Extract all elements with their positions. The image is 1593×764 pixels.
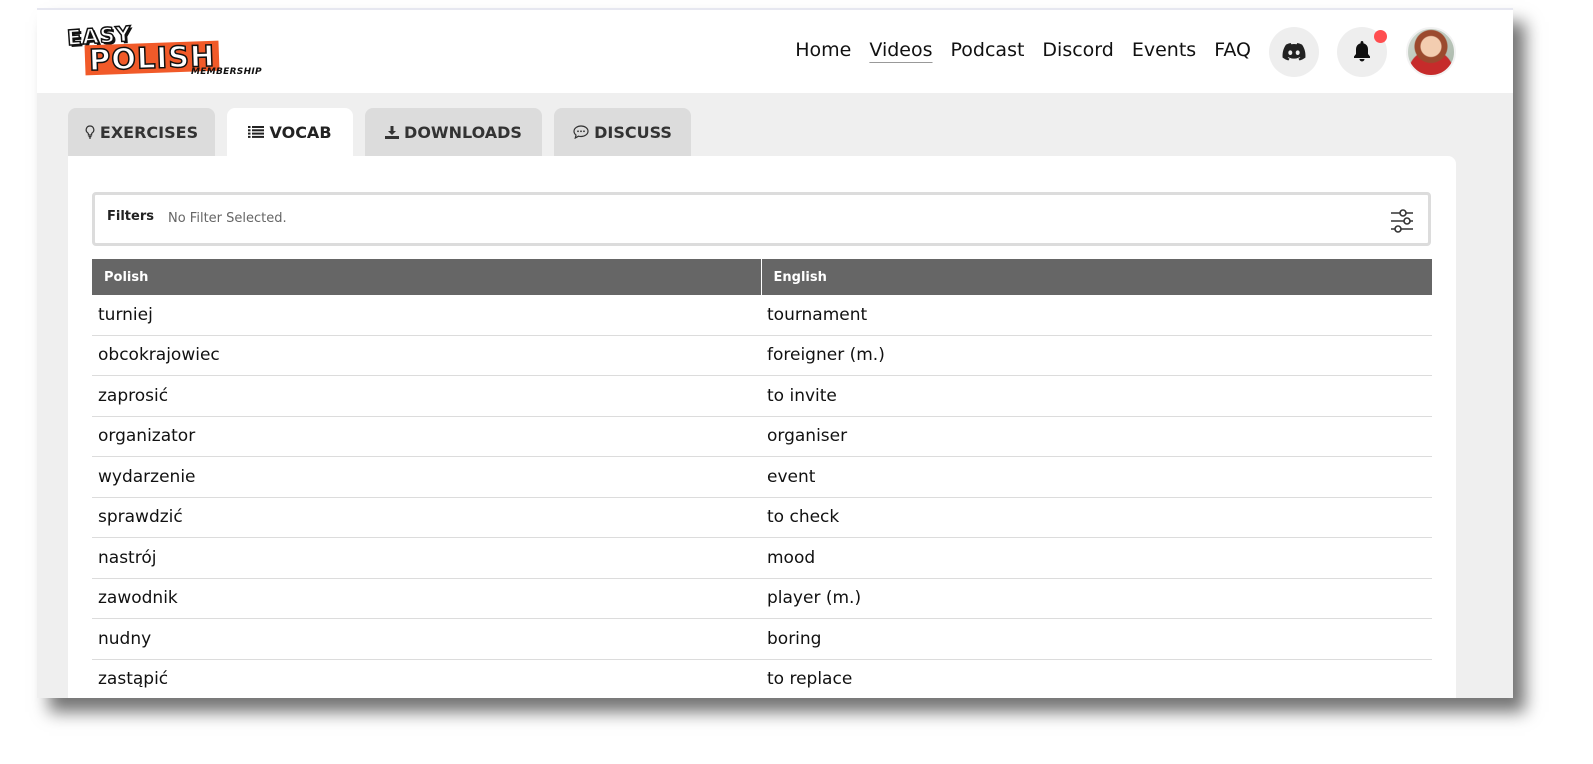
cell-polish: wydarzenie [92,456,761,498]
cell-english: mood [761,537,1432,579]
cell-english: foreigner (m.) [761,335,1432,376]
cell-english: event [761,456,1432,498]
vocab-panel: Filters No Filter Selected. Polish Engli… [68,156,1456,698]
cell-english: tournament [761,295,1432,336]
download-icon [385,125,400,139]
table-row: turniej tournament [92,295,1432,336]
logo-membership-text: MEMBERSHIP [191,67,262,77]
table-row: zaprosić to invite [92,375,1432,417]
cell-polish: organizator [92,416,761,457]
cell-polish: zaprosić [92,375,761,417]
filters-bar[interactable]: Filters No Filter Selected. [92,192,1431,246]
table-row: zawodnik player (m.) [92,578,1432,619]
cell-english: boring [761,618,1432,660]
cell-polish: turniej [92,295,761,336]
tab-downloads-label: DOWNLOADS [404,122,522,142]
tab-vocab-label: VOCAB [269,122,332,142]
table-row: obcokrajowiec foreigner (m.) [92,335,1432,376]
cell-english: to invite [761,375,1432,417]
tab-discuss-label: DISCUSS [594,122,672,142]
avatar[interactable] [1406,27,1456,77]
tab-exercises[interactable]: EXERCISES [68,108,215,156]
sliders-icon[interactable] [1388,207,1416,235]
cell-polish: sprawdzić [92,497,761,538]
lightbulb-icon [85,125,95,139]
cell-english: to replace [761,659,1432,698]
logo[interactable]: EASY POLISH MEMBERSHIP [65,21,277,84]
cell-polish: nastrój [92,537,761,579]
cell-english: organiser [761,416,1432,457]
cell-polish: nudny [92,618,761,660]
filters-value: No Filter Selected. [168,211,287,226]
cell-english: to check [761,497,1432,538]
nav-links: Home Videos Podcast Discord Events FAQ [795,39,1251,61]
bell-icon [1354,41,1370,62]
column-header-english[interactable]: English [761,259,1432,295]
table-row: nastrój mood [92,537,1432,579]
chat-icon [573,125,589,139]
tab-downloads[interactable]: DOWNLOADS [365,108,542,156]
cell-polish: zastąpić [92,659,761,698]
browser-window: EASY POLISH MEMBERSHIP Home Videos Podca… [37,8,1513,698]
navbar: EASY POLISH MEMBERSHIP Home Videos Podca… [37,10,1513,93]
nav-link-podcast[interactable]: Podcast [951,39,1025,61]
nav-link-events[interactable]: Events [1132,39,1196,61]
list-icon [248,126,265,138]
table-row: organizator organiser [92,416,1432,457]
tab-exercises-label: EXERCISES [99,122,199,142]
table-row: wydarzenie event [92,456,1432,498]
column-header-polish[interactable]: Polish [92,259,762,295]
discord-button[interactable] [1269,27,1319,77]
filters-label: Filters [107,209,154,224]
table-header-row: Polish English [92,259,1432,295]
tab-vocab[interactable]: VOCAB [227,108,353,156]
notification-dot [1374,30,1387,43]
nav-link-home[interactable]: Home [795,39,851,61]
cell-polish: obcokrajowiec [92,335,761,376]
cell-polish: zawodnik [92,578,761,619]
nav-link-faq[interactable]: FAQ [1214,39,1251,61]
table-row: zastąpić to replace [92,659,1432,698]
discord-icon [1282,43,1306,61]
cell-english: player (m.) [761,578,1432,619]
nav-link-discord[interactable]: Discord [1042,39,1113,61]
table-row: nudny boring [92,618,1432,660]
vocab-table: Polish English turniej tournament obcokr… [92,259,1432,698]
tab-discuss[interactable]: DISCUSS [554,108,691,156]
nav-link-videos[interactable]: Videos [869,39,932,61]
table-row: sprawdzić to check [92,497,1432,538]
